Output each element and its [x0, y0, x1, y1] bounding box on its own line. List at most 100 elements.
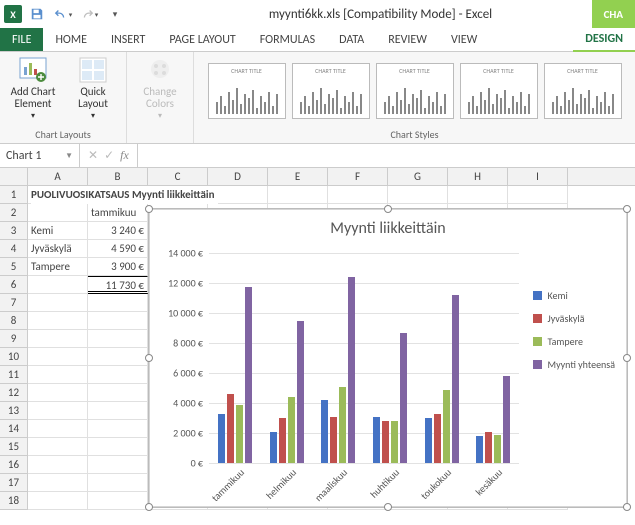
- cell[interactable]: 3 900 €: [88, 258, 148, 276]
- chart-bar[interactable]: [288, 397, 295, 463]
- chart-style-thumb[interactable]: CHART TITLE: [544, 63, 622, 119]
- chart-plot-area[interactable]: 0 €2 000 €4 000 €6 000 €8 000 €10 000 €1…: [209, 253, 519, 463]
- cell[interactable]: [268, 186, 328, 204]
- tab-review[interactable]: REVIEW: [376, 28, 439, 51]
- tab-page-layout[interactable]: PAGE LAYOUT: [157, 28, 247, 51]
- chart-bar[interactable]: [373, 417, 380, 464]
- resize-handle[interactable]: [623, 503, 631, 511]
- chart-style-thumb[interactable]: CHART TITLE: [376, 63, 454, 119]
- add-chart-element-button[interactable]: Add Chart Element ▾: [6, 56, 60, 121]
- cell[interactable]: [28, 474, 88, 492]
- resize-handle[interactable]: [384, 503, 392, 511]
- cell[interactable]: [28, 384, 88, 402]
- chart-bar[interactable]: [236, 405, 243, 464]
- chart-bar[interactable]: [339, 387, 346, 464]
- row-header[interactable]: 2: [0, 204, 28, 222]
- cell[interactable]: [28, 456, 88, 474]
- row-header[interactable]: 8: [0, 312, 28, 330]
- column-header[interactable]: C: [148, 168, 208, 185]
- legend-item[interactable]: Myynti yhteensä: [533, 358, 615, 371]
- change-colors-button[interactable]: Change Colors ▾: [133, 56, 187, 121]
- tab-design[interactable]: DESIGN: [573, 28, 635, 52]
- cell[interactable]: [28, 420, 88, 438]
- save-button[interactable]: [26, 3, 48, 25]
- legend-item[interactable]: Kemi: [533, 289, 615, 302]
- cell[interactable]: [28, 330, 88, 348]
- qat-customize-button[interactable]: ▾: [104, 3, 126, 25]
- cell[interactable]: Jyväskylä: [28, 240, 88, 258]
- resize-handle[interactable]: [623, 205, 631, 213]
- cell[interactable]: [28, 204, 88, 222]
- column-header[interactable]: E: [268, 168, 328, 185]
- row-header[interactable]: 11: [0, 366, 28, 384]
- cell[interactable]: PUOLIVUOSIKATSAUS Myynti liikkeittäin: [28, 186, 88, 204]
- cell[interactable]: [88, 348, 148, 366]
- quick-layout-button[interactable]: Quick Layout ▾: [66, 56, 120, 121]
- cell[interactable]: [508, 186, 568, 204]
- chart-bar[interactable]: [400, 333, 407, 464]
- tab-file[interactable]: FILE: [0, 28, 43, 51]
- select-all-corner[interactable]: [0, 168, 28, 185]
- column-header[interactable]: G: [388, 168, 448, 185]
- tab-insert[interactable]: INSERT: [99, 28, 157, 51]
- cell[interactable]: [88, 384, 148, 402]
- cell[interactable]: [448, 186, 508, 204]
- chart-style-thumb[interactable]: CHART TITLE: [292, 63, 370, 119]
- row-header[interactable]: 17: [0, 474, 28, 492]
- chart-bar[interactable]: [391, 421, 398, 463]
- cell[interactable]: [88, 312, 148, 330]
- undo-button[interactable]: ▾: [52, 3, 74, 25]
- chart-bar[interactable]: [443, 390, 450, 464]
- row-header[interactable]: 3: [0, 222, 28, 240]
- tab-formulas[interactable]: FORMULAS: [248, 28, 327, 51]
- chart-bar[interactable]: [270, 432, 277, 464]
- fx-icon[interactable]: fx: [120, 148, 129, 163]
- cell[interactable]: [88, 294, 148, 312]
- chart-bar[interactable]: [330, 417, 337, 464]
- cell[interactable]: [28, 402, 88, 420]
- row-header[interactable]: 6: [0, 276, 28, 294]
- cell[interactable]: [88, 456, 148, 474]
- column-header[interactable]: F: [328, 168, 388, 185]
- chart-bar[interactable]: [425, 418, 432, 463]
- row-header[interactable]: 7: [0, 294, 28, 312]
- formula-bar[interactable]: [137, 144, 635, 167]
- cell[interactable]: [88, 474, 148, 492]
- row-header[interactable]: 16: [0, 456, 28, 474]
- chart-bar[interactable]: [476, 436, 483, 463]
- cell[interactable]: tammikuu: [88, 204, 148, 222]
- tab-data[interactable]: DATA: [327, 28, 376, 51]
- embedded-chart[interactable]: Myynti liikkeittäin 0 €2 000 €4 000 €6 0…: [148, 208, 628, 508]
- chart-bar[interactable]: [452, 295, 459, 463]
- tab-view[interactable]: VIEW: [439, 28, 489, 51]
- legend-item[interactable]: Jyväskylä: [533, 312, 615, 325]
- chart-bar[interactable]: [321, 400, 328, 463]
- column-header[interactable]: H: [448, 168, 508, 185]
- cell[interactable]: [88, 492, 148, 510]
- cell[interactable]: [88, 420, 148, 438]
- row-header[interactable]: 9: [0, 330, 28, 348]
- row-header[interactable]: 1: [0, 186, 28, 204]
- chart-bar[interactable]: [382, 421, 389, 463]
- chart-legend[interactable]: KemiJyväskyläTampereMyynti yhteensä: [533, 289, 615, 381]
- row-header[interactable]: 15: [0, 438, 28, 456]
- chart-bar[interactable]: [245, 287, 252, 463]
- cell[interactable]: [28, 312, 88, 330]
- row-header[interactable]: 10: [0, 348, 28, 366]
- chart-styles-gallery[interactable]: CHART TITLECHART TITLECHART TITLECHART T…: [202, 56, 628, 126]
- chart-bar[interactable]: [434, 414, 441, 464]
- cell[interactable]: [28, 438, 88, 456]
- name-box[interactable]: Chart 1 ▼: [0, 144, 80, 167]
- resize-handle[interactable]: [145, 354, 153, 362]
- cell[interactable]: [28, 366, 88, 384]
- cell[interactable]: [88, 438, 148, 456]
- chart-bar[interactable]: [485, 432, 492, 464]
- cell[interactable]: [88, 402, 148, 420]
- chart-bar[interactable]: [297, 321, 304, 464]
- chart-bar[interactable]: [218, 414, 225, 463]
- row-header[interactable]: 4: [0, 240, 28, 258]
- row-header[interactable]: 13: [0, 402, 28, 420]
- column-header[interactable]: I: [508, 168, 568, 185]
- cell[interactable]: [28, 276, 88, 294]
- resize-handle[interactable]: [384, 205, 392, 213]
